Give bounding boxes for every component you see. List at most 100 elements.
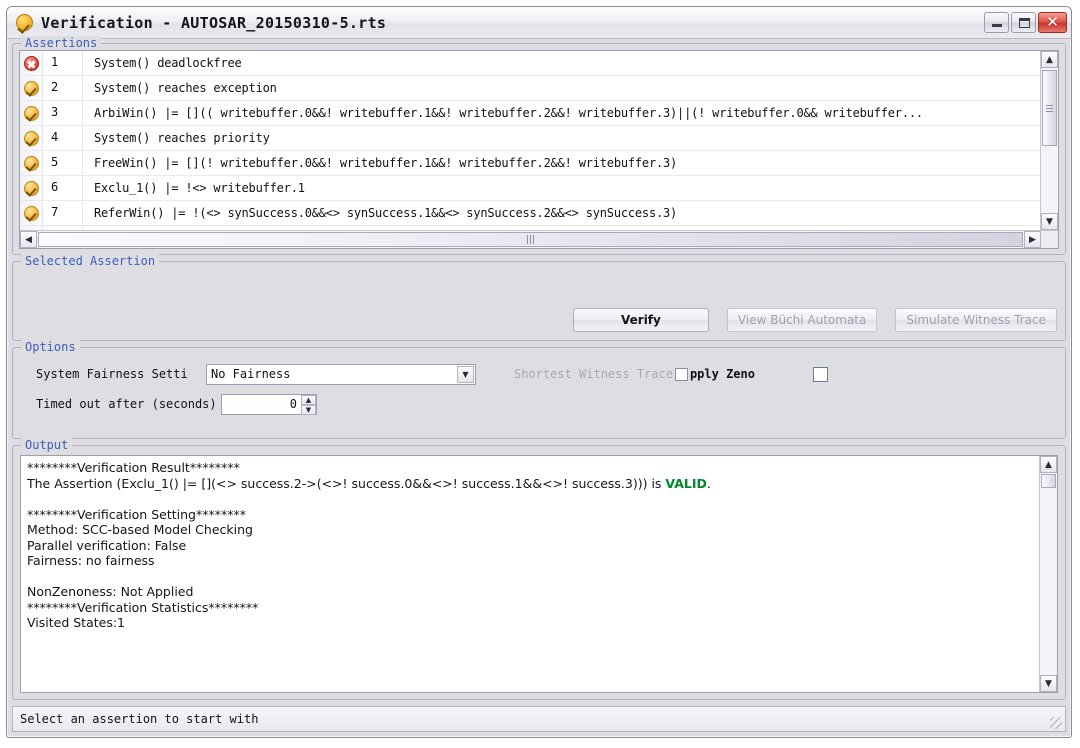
minimize-button[interactable]: [984, 12, 1009, 33]
apply-zeno-checkbox[interactable]: [812, 366, 828, 382]
window-title: Verification - AUTOSAR_20150310-5.rts: [41, 13, 387, 32]
table-row[interactable]: 2 System() reaches exception: [20, 76, 1040, 101]
maximize-button[interactable]: [1011, 12, 1036, 33]
close-button[interactable]: ✕: [1038, 12, 1067, 33]
assertion-index: 4: [43, 126, 83, 150]
assertions-legend: Assertions: [21, 36, 102, 50]
maximize-icon: [1019, 18, 1030, 28]
table-row[interactable]: 7 ReferWin() |= !(<> synSuccess.0&&<> syn…: [20, 201, 1040, 226]
fairness-label: System Fairness Setti: [36, 367, 188, 381]
fairness-row: System Fairness Setti No Fairness ▼ Shor…: [20, 361, 1058, 387]
output-panel[interactable]: ********Verification Result******** The A…: [20, 455, 1058, 693]
output-vscroll-track[interactable]: [1040, 473, 1057, 675]
output-line: Fairness: no fairness: [27, 553, 155, 568]
assertions-list[interactable]: 1 System() deadlockfree 2 System() reaches …: [19, 50, 1059, 249]
resize-grip-icon[interactable]: [1050, 717, 1062, 729]
verification-window: Verification - AUTOSAR_20150310-5.rts ✕ …: [6, 6, 1072, 738]
view-buchi-automata-button[interactable]: View Büchi Automata: [726, 308, 878, 332]
assertion-index: 3: [43, 101, 83, 125]
scroll-down-icon[interactable]: ▼: [1041, 213, 1058, 230]
output-line: The Assertion (Exclu_1() |= [](<> succes…: [27, 476, 1033, 492]
minimize-icon: [992, 24, 1002, 27]
shortest-witness-trace-label: Shortest Witness Trace: [514, 367, 673, 381]
selected-assertion-actions: Verify View Büchi Automata Simulate Witn…: [572, 308, 1057, 332]
assertion-expression: System() deadlockfree: [94, 56, 242, 70]
assertions-vscroll-thumb[interactable]: [1042, 70, 1057, 146]
assertions-horizontal-scrollbar[interactable]: ◀ ▶: [20, 230, 1058, 248]
output-vertical-scrollbar[interactable]: ▲ ▼: [1039, 456, 1057, 692]
spin-up-icon[interactable]: ▲: [301, 394, 316, 405]
scroll-left-icon[interactable]: ◀: [20, 231, 37, 248]
output-legend: Output: [21, 438, 73, 452]
assertions-vscroll-track[interactable]: [1041, 68, 1058, 213]
assertions-list-body: 1 System() deadlockfree 2 System() reaches …: [20, 51, 1058, 230]
assertion-index: 5: [43, 151, 83, 175]
scrollbar-corner: [1041, 231, 1058, 248]
assertion-status-cell: [20, 51, 43, 75]
output-line-text: The Assertion (Exclu_1() |= [](<> succes…: [27, 475, 666, 491]
assertions-group: Assertions 1 System() deadlockfree 2 System…: [12, 36, 1066, 255]
apply-zeno-label: pply Zeno: [689, 367, 755, 381]
spin-down-icon[interactable]: ▼: [301, 404, 316, 415]
assertions-hscroll-track[interactable]: [37, 231, 1024, 248]
timeout-spin-buttons[interactable]: ▲ ▼: [301, 394, 316, 415]
shortest-witness-trace-checkbox[interactable]: [674, 367, 688, 381]
timeout-stepper[interactable]: 0 ▲ ▼: [221, 393, 317, 415]
scroll-right-icon[interactable]: ▶: [1024, 231, 1041, 248]
options-legend: Options: [21, 340, 80, 354]
window-client-area: Assertions 1 System() deadlockfree 2 System…: [7, 36, 1071, 706]
table-row[interactable]: 1 System() deadlockfree: [20, 51, 1040, 76]
error-badge-icon: [23, 55, 39, 71]
simulate-witness-trace-button[interactable]: Simulate Witness Trace: [895, 308, 1057, 332]
assertion-status-cell: [20, 201, 43, 225]
scroll-down-icon[interactable]: ▼: [1040, 675, 1057, 692]
scroll-up-icon[interactable]: ▲: [1040, 456, 1057, 473]
title-bar: Verification - AUTOSAR_20150310-5.rts ✕: [7, 7, 1071, 39]
assertion-index: 1: [43, 51, 83, 75]
assertion-status-cell: [20, 101, 43, 125]
output-text: ********Verification Result******** The A…: [21, 456, 1039, 692]
output-line-suffix: .: [706, 475, 711, 491]
verify-button[interactable]: Verify: [572, 308, 709, 332]
timeout-row: Timed out after (seconds) 0 ▲ ▼: [20, 391, 1058, 417]
output-vscroll-thumb[interactable]: [1041, 474, 1056, 488]
witness-options: Shortest Witness Trace pply Zeno: [514, 366, 830, 382]
selected-assertion-legend: Selected Assertion: [21, 254, 160, 268]
chevron-down-icon[interactable]: ▼: [457, 365, 474, 383]
assertions-vertical-scrollbar[interactable]: ▲ ▼: [1040, 51, 1058, 230]
valid-badge-icon: [23, 180, 39, 196]
scroll-grip-icon: [527, 235, 534, 244]
verification-result-status: VALID: [665, 475, 707, 491]
assertion-index: 2: [43, 76, 83, 100]
scroll-up-icon[interactable]: ▲: [1041, 51, 1058, 68]
valid-badge-icon: [23, 105, 39, 121]
assertion-expression: FreeWin() |= [](! writebuffer.0&&! write…: [94, 156, 678, 170]
table-row[interactable]: 3 ArbiWin() |= [](( writebuffer.0&&! writ…: [20, 101, 1040, 126]
valid-badge-icon: [23, 130, 39, 146]
selected-assertion-group: Selected Assertion Verify View Büchi Aut…: [12, 254, 1066, 341]
window-controls: ✕: [984, 12, 1067, 33]
valid-badge-icon: [23, 155, 39, 171]
assertion-expression: System() reaches exception: [94, 81, 277, 95]
assertion-expression: ReferWin() |= !(<> synSuccess.0&&<> synS…: [94, 206, 678, 220]
check-circle-icon: [16, 14, 33, 31]
assertions-hscroll-thumb[interactable]: [38, 232, 1023, 247]
assertion-expression: System() reaches priority: [94, 131, 270, 145]
assertion-rows[interactable]: 1 System() deadlockfree 2 System() reaches …: [20, 51, 1040, 230]
valid-badge-icon: [23, 205, 39, 221]
status-message: Select an assertion to start with: [20, 712, 259, 726]
fairness-selected-value: No Fairness: [211, 367, 291, 381]
assertion-index: 7: [43, 201, 83, 225]
timeout-label: Timed out after (seconds): [36, 397, 217, 411]
assertion-status-cell: [20, 76, 43, 100]
output-line: NonZenoness: Not Applied: [27, 584, 194, 599]
assertion-status-cell: [20, 151, 43, 175]
table-row[interactable]: 5 FreeWin() |= [](! writebuffer.0&&! writ…: [20, 151, 1040, 176]
timeout-value[interactable]: 0: [222, 397, 301, 411]
output-line: Visited States:1: [27, 615, 125, 630]
fairness-select[interactable]: No Fairness ▼: [206, 363, 476, 385]
table-row[interactable]: 4 System() reaches priority: [20, 126, 1040, 151]
table-row[interactable]: 6 Exclu_1() |= !<> writebuffer.1: [20, 176, 1040, 201]
